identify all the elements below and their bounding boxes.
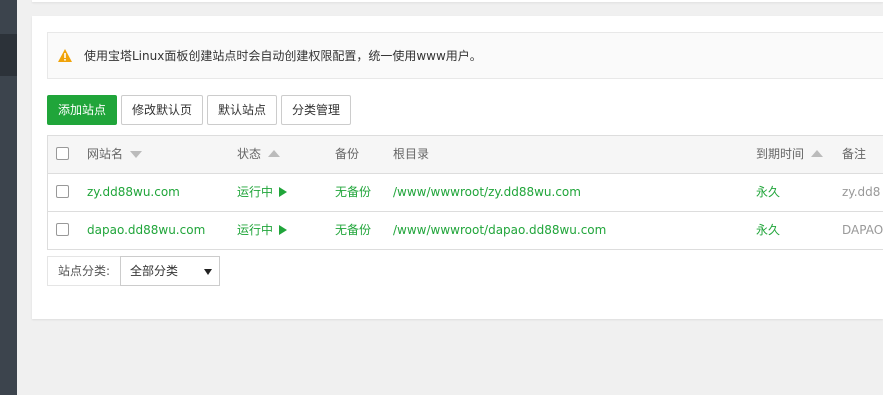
header-backup: 备份 <box>335 147 360 161</box>
site-table: 网站名 状态 备份 根目录 到期时间 备注 zy.dd88wu.com 运行中 … <box>47 135 883 250</box>
category-filter: 站点分类: 全部分类 <box>47 256 221 286</box>
sidebar-active-item[interactable] <box>0 34 17 76</box>
play-icon <box>279 186 288 197</box>
header-expire[interactable]: 到期时间 <box>756 136 824 173</box>
top-card-edge <box>32 0 883 2</box>
sidebar <box>0 0 17 395</box>
category-select[interactable]: 全部分类 <box>120 256 221 286</box>
dropdown-caret-icon <box>204 269 213 275</box>
site-backup-link[interactable]: 无备份 <box>335 174 371 211</box>
header-status[interactable]: 状态 <box>237 136 281 173</box>
table-row: dapao.dd88wu.com 运行中 无备份 /www/wwwroot/da… <box>48 212 883 250</box>
row-checkbox[interactable] <box>56 212 69 249</box>
sort-asc-icon <box>268 149 281 157</box>
site-note[interactable]: zy.dd8 <box>842 174 880 211</box>
edit-default-page-button[interactable]: 修改默认页 <box>121 95 204 125</box>
site-root-link[interactable]: /www/wwwroot/zy.dd88wu.com <box>393 174 581 211</box>
site-name-link[interactable]: zy.dd88wu.com <box>87 174 180 211</box>
header-note: 备注 <box>842 147 867 161</box>
header-name[interactable]: 网站名 <box>87 136 143 173</box>
site-status[interactable]: 运行中 <box>237 212 288 249</box>
table-header-row: 网站名 状态 备份 根目录 到期时间 备注 <box>48 136 883 174</box>
toolbar: 添加站点 修改默认页 默认站点 分类管理 <box>47 95 355 125</box>
table-row: zy.dd88wu.com 运行中 无备份 /www/wwwroot/zy.dd… <box>48 174 883 212</box>
notice-alert: 使用宝塔Linux面板创建站点时会自动创建权限配置，统一使用www用户。 <box>47 32 883 79</box>
warning-icon <box>58 49 72 62</box>
default-site-button[interactable]: 默认站点 <box>207 95 278 125</box>
select-all-checkbox[interactable] <box>56 136 69 173</box>
site-note[interactable]: DAPAO <box>842 212 883 249</box>
add-site-button[interactable]: 添加站点 <box>47 95 118 125</box>
header-root: 根目录 <box>393 147 430 161</box>
site-expire-link[interactable]: 永久 <box>756 174 780 211</box>
category-manage-button[interactable]: 分类管理 <box>281 95 352 125</box>
play-icon <box>279 224 288 235</box>
sort-desc-icon <box>130 151 143 158</box>
site-name-link[interactable]: dapao.dd88wu.com <box>87 212 205 249</box>
site-root-link[interactable]: /www/wwwroot/dapao.dd88wu.com <box>393 212 606 249</box>
category-filter-label: 站点分类: <box>47 256 121 286</box>
notice-text: 使用宝塔Linux面板创建站点时会自动创建权限配置，统一使用www用户。 <box>84 49 482 63</box>
sort-asc-icon <box>811 149 824 157</box>
site-panel: 使用宝塔Linux面板创建站点时会自动创建权限配置，统一使用www用户。 添加站… <box>32 16 883 319</box>
site-status[interactable]: 运行中 <box>237 174 288 211</box>
row-checkbox[interactable] <box>56 174 69 211</box>
site-expire-link[interactable]: 永久 <box>756 212 780 249</box>
site-backup-link[interactable]: 无备份 <box>335 212 371 249</box>
